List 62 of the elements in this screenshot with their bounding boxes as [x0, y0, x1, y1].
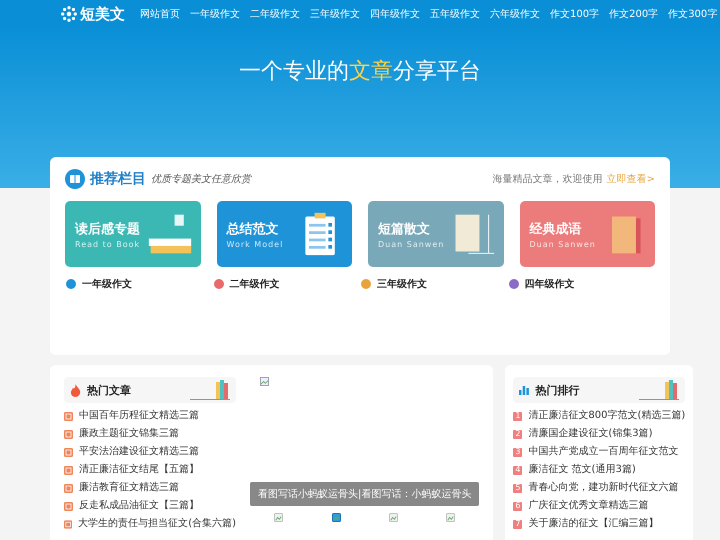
promo-note: 海量精品文章，欢迎使用 [492, 172, 603, 186]
article-link[interactable]: 廉洁教育征文精选三篇 [64, 479, 236, 497]
article-link[interactable]: 廉政主题征文锦集三篇 [64, 425, 236, 443]
section-title: 推荐栏目 [90, 170, 146, 188]
bar-chart-icon [519, 385, 530, 395]
nav-link[interactable]: 网站首页 [135, 7, 185, 21]
card-subtitle: Duan Sanwen [378, 240, 444, 248]
card-title: 总结范文 [226, 220, 280, 238]
flame-icon [70, 384, 81, 396]
category-link[interactable]: 三年级作文 [360, 277, 508, 291]
nav-link[interactable]: 五年级作文 [425, 7, 485, 21]
ranking-link[interactable]: 3 中国共产党成立一百周年征文范文 [513, 443, 686, 461]
category-link[interactable]: 二年级作文 [212, 277, 360, 291]
nav-link[interactable]: 作文300字 [663, 7, 720, 21]
article-link[interactable]: 大学生的责任与担当征文(合集六篇) [64, 515, 236, 533]
books-drawing [190, 380, 230, 400]
rank-number: 2 [513, 430, 522, 438]
book-icon [65, 169, 85, 189]
article-link[interactable]: 平安法治建设征文精选三篇 [64, 443, 236, 461]
hero-title: 一个专业的文章分享平台 [239, 58, 481, 86]
category-link[interactable]: 四年级作文 [508, 277, 655, 291]
ranking-link[interactable]: 6 广庆征文优秀文章精选三篇 [513, 497, 686, 515]
slide-thumbnail[interactable] [446, 513, 456, 522]
slide-thumbnail[interactable] [274, 513, 284, 522]
card-subtitle: Work Model [226, 240, 284, 248]
card-subtitle: Duan Sanwen [530, 240, 596, 248]
rank-number: 3 [513, 448, 522, 456]
nav-link[interactable]: 六年级作文 [485, 7, 545, 21]
ranking-link[interactable]: 2 清廉国企建设征文(锦集3篇) [513, 425, 686, 443]
section-subtitle: 优质专题美文任意欣赏 [151, 172, 251, 186]
rank-number: 5 [513, 484, 522, 492]
nav-link[interactable]: 二年级作文 [245, 7, 305, 21]
rank-number: 7 [513, 520, 522, 528]
rank-number: 6 [513, 502, 522, 510]
nav-link[interactable]: 三年级作文 [305, 7, 365, 21]
nav-link[interactable]: 作文100字 [545, 7, 604, 21]
article-link[interactable]: 清正廉洁征文结尾【五篇】 [64, 461, 236, 479]
card-title: 经典成语 [530, 220, 582, 238]
rank-number: 4 [513, 466, 522, 474]
broken-image-icon [260, 377, 269, 386]
flower-icon [60, 5, 78, 23]
section-title: 热门排行 [535, 382, 580, 398]
slide-caption: 看图写话小蚂蚁运骨头|看图写话：小蚂蚁运骨头 [250, 482, 480, 506]
nav-link[interactable]: 一年级作文 [185, 7, 245, 21]
article-link[interactable]: 反走私成品油征文【三篇】 [64, 497, 236, 515]
slide-thumbnail[interactable] [332, 513, 341, 522]
card-subtitle: Read to Book [75, 240, 140, 248]
books-drawing [639, 380, 680, 400]
ranking-link[interactable]: 7 关于廉洁的征文【汇编三篇】 [513, 515, 686, 533]
ranking-link[interactable]: 1 清正廉洁征文800字范文(精选三篇) [513, 407, 686, 425]
nav-link[interactable]: 作文200字 [604, 7, 664, 21]
card-title: 短篇散文 [378, 220, 431, 238]
ranking-link[interactable]: 5 青春心向党，建功新时代征文六篇 [513, 479, 686, 497]
section-title: 热门文章 [87, 382, 132, 398]
category-link[interactable]: 一年级作文 [65, 277, 212, 291]
site-logo[interactable]: 短美文 [80, 4, 125, 24]
slide-thumbnail[interactable] [388, 513, 398, 522]
nav-link[interactable]: 四年级作文 [365, 7, 425, 21]
article-link[interactable]: 中国百年历程征文精选三篇 [64, 407, 236, 425]
rank-number: 1 [513, 412, 522, 420]
ranking-link[interactable]: 4 廉洁征文 范文(通用3篇) [513, 461, 686, 479]
card-title: 读后感专题 [75, 220, 140, 238]
